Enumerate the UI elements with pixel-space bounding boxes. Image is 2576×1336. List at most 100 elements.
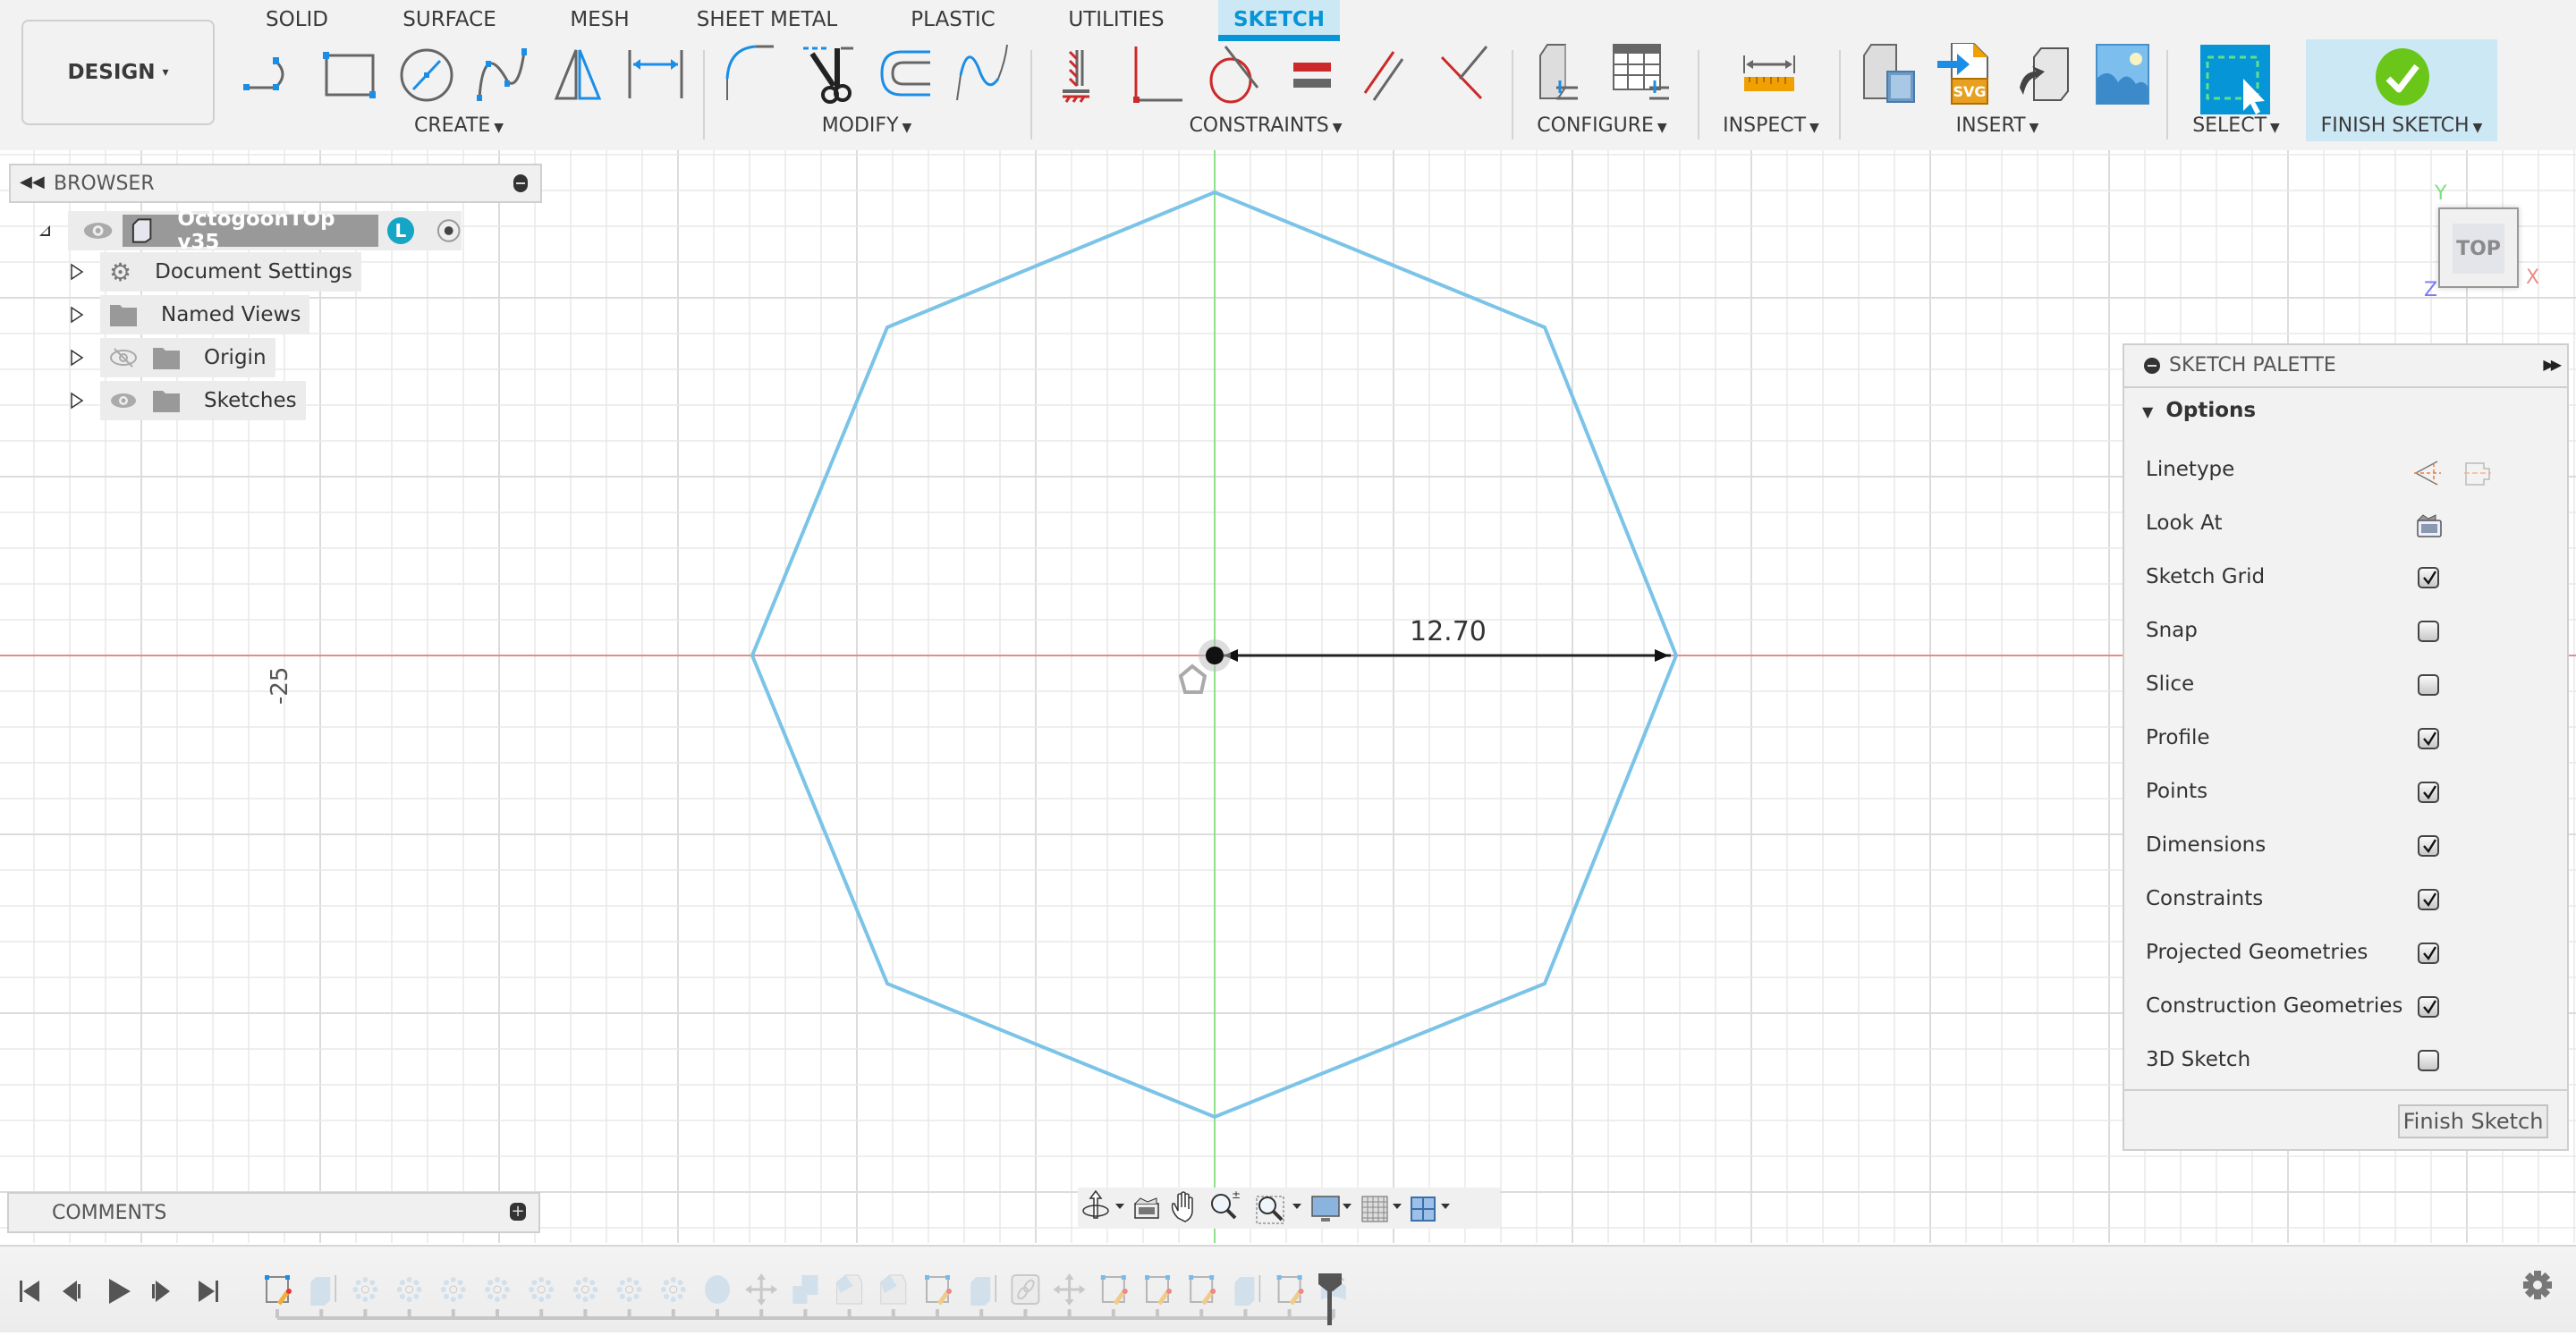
expand-triangle-icon[interactable] (70, 306, 84, 324)
spline-icon[interactable] (472, 43, 535, 106)
projected-geometries-checkbox[interactable] (2418, 943, 2439, 964)
circle-icon[interactable] (395, 43, 458, 106)
measure-icon[interactable] (1739, 43, 1801, 106)
tab-utilities[interactable]: UTILITIES (1063, 0, 1170, 41)
option-points[interactable]: Points (2146, 774, 2548, 810)
root-component[interactable]: OctogoonTOp v35 (123, 207, 379, 254)
option-sketch-grid[interactable]: Sketch Grid (2146, 560, 2548, 596)
folder-icon (153, 348, 180, 369)
insert-mesh-icon[interactable] (2014, 43, 2077, 106)
tab-plastic[interactable]: PLASTIC (902, 0, 1004, 41)
expand-triangle-icon[interactable] (70, 263, 84, 281)
step-back-icon (63, 1281, 80, 1302)
options-section-toggle[interactable]: ▼ Options (2142, 399, 2256, 422)
option-linetype: Linetype (2146, 452, 2548, 488)
dimensions-checkbox[interactable] (2418, 835, 2439, 857)
constraints-menu[interactable]: CONSTRAINTS ▼ (1181, 113, 1351, 140)
browser-item-origin[interactable]: Origin (70, 338, 275, 377)
sketch-dimension-icon[interactable] (624, 43, 687, 106)
inspect-menu[interactable]: INSPECT ▼ (1716, 113, 1826, 140)
trim-icon[interactable] (798, 43, 860, 106)
tab-surface[interactable]: SURFACE (394, 0, 505, 41)
minimize-browser-icon[interactable] (513, 174, 528, 192)
option-projected-geometries[interactable]: Projected Geometries (2146, 935, 2548, 971)
slice-checkbox[interactable] (2418, 674, 2439, 696)
expand-triangle-icon[interactable] (70, 349, 84, 367)
expand-palette-icon[interactable]: ▶▶ (2543, 356, 2562, 373)
viewcube[interactable]: TOP (2438, 207, 2519, 288)
finish-sketch-check-icon[interactable] (2374, 48, 2431, 106)
grid-dropdown-icon (1393, 1204, 1402, 1209)
extend-icon[interactable] (952, 43, 1014, 106)
browser-item-sketches[interactable]: Sketches (70, 381, 306, 420)
insert-svg-icon[interactable]: SVG (1937, 42, 2000, 106)
eye-icon[interactable] (80, 217, 115, 244)
construction-geometries-checkbox[interactable] (2418, 996, 2439, 1018)
tab-sheet-metal[interactable]: SHEET METAL (693, 0, 841, 41)
timeline-feature-sketch (1276, 1275, 1304, 1306)
centerline-linetype-icon[interactable] (2462, 458, 2493, 488)
finish-sketch-menu[interactable]: FINISH SKETCH ▼ (2309, 113, 2494, 140)
mirror-icon[interactable] (547, 43, 610, 106)
3d-sketch-checkbox[interactable] (2418, 1050, 2439, 1071)
eye-hidden-icon[interactable] (109, 345, 138, 370)
perpendicular-icon[interactable] (1127, 43, 1190, 106)
option-profile[interactable]: Profile (2146, 721, 2548, 757)
tangent-icon[interactable] (1204, 43, 1267, 106)
look-at-icon[interactable] (2416, 512, 2443, 538)
points-checkbox[interactable] (2418, 782, 2439, 803)
configure-menu[interactable]: CONFIGURE ▼ (1535, 113, 1669, 140)
collapse-browser-icon[interactable]: ◀◀ (20, 173, 45, 191)
create-menu[interactable]: CREATE ▼ (401, 113, 517, 140)
option-label: Snap (2146, 619, 2198, 642)
option-snap[interactable]: Snap (2146, 613, 2548, 649)
select-menu[interactable]: SELECT ▼ (2182, 113, 2290, 140)
tab-mesh[interactable]: MESH (562, 0, 638, 41)
minimize-palette-icon[interactable] (2144, 358, 2160, 374)
option-construction-geometries[interactable]: Construction Geometries (2146, 989, 2548, 1025)
tab-sketch[interactable]: SKETCH (1218, 0, 1340, 41)
eye-icon[interactable] (109, 388, 138, 413)
select-window-icon[interactable] (2200, 45, 2270, 114)
parallel-icon[interactable] (1358, 43, 1420, 106)
constraints-checkbox[interactable] (2418, 889, 2439, 910)
skip-end-icon (199, 1281, 218, 1302)
coincident-icon[interactable] (1435, 43, 1497, 106)
tab-solid[interactable]: SOLID (252, 0, 342, 41)
modify-menu[interactable]: MODIFY ▼ (809, 113, 925, 140)
gear-icon: ⚙ (109, 257, 132, 287)
viewcube-top-face[interactable]: TOP (2453, 224, 2504, 274)
configure-table-icon[interactable] (1610, 43, 1673, 106)
browser-root-row[interactable]: OctogoonTOp v35 L (38, 207, 462, 254)
browser-item-document-settings[interactable]: ⚙ Document Settings (70, 252, 361, 292)
expand-triangle-icon[interactable] (70, 392, 84, 410)
fillet-icon[interactable] (720, 43, 783, 106)
expand-triangle-icon[interactable] (38, 224, 52, 238)
insert-menu[interactable]: INSERT ▼ (1939, 113, 2055, 140)
profile-checkbox[interactable] (2418, 728, 2439, 749)
dimension-value[interactable]: 12.70 (1410, 616, 1487, 647)
insert-dxf-icon[interactable] (1860, 43, 1923, 106)
option-constraints[interactable]: Constraints (2146, 882, 2548, 917)
construction-linetype-icon[interactable] (2412, 458, 2443, 488)
option-dimensions[interactable]: Dimensions (2146, 828, 2548, 864)
line-icon[interactable] (240, 43, 302, 106)
select-label: SELECT (2192, 114, 2267, 137)
add-comment-icon[interactable]: + (510, 1203, 526, 1221)
change-parameters-icon[interactable] (1533, 43, 1596, 106)
chevron-down-icon: ▼ (1332, 121, 1343, 135)
equal-icon[interactable] (1281, 43, 1343, 106)
activate-radio-icon[interactable] (436, 217, 462, 244)
browser-item-named-views[interactable]: Named Views (70, 295, 310, 334)
option-3d-sketch[interactable]: 3D Sketch (2146, 1043, 2548, 1078)
sketch-grid-checkbox[interactable] (2418, 567, 2439, 588)
insert-canvas-icon[interactable] (2091, 43, 2154, 106)
finish-sketch-button[interactable]: Finish Sketch (2398, 1104, 2548, 1138)
fix-constraint-icon[interactable] (1050, 43, 1113, 106)
snap-checkbox[interactable] (2418, 621, 2439, 642)
option-slice[interactable]: Slice (2146, 667, 2548, 703)
rectangle-icon[interactable] (318, 43, 380, 106)
workspace-switcher[interactable]: DESIGN ▾ (21, 20, 215, 125)
offset-icon[interactable] (875, 43, 937, 106)
viewports-dropdown-icon (1441, 1204, 1450, 1209)
